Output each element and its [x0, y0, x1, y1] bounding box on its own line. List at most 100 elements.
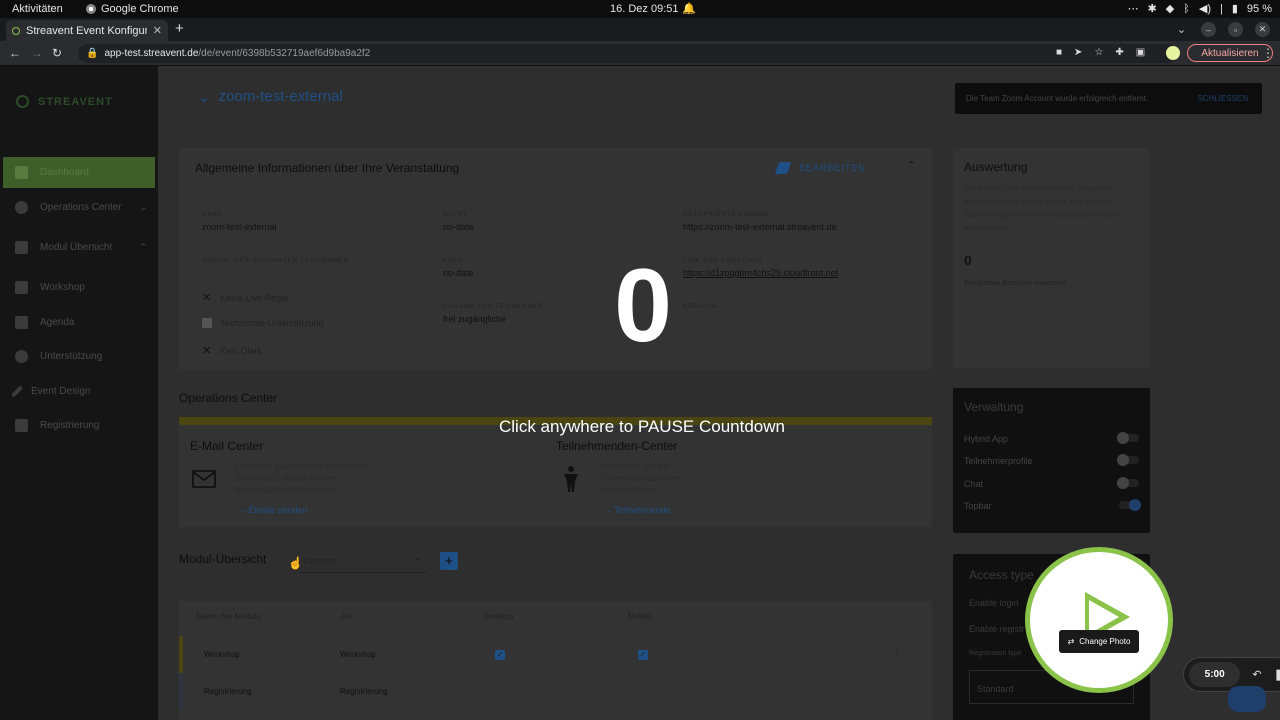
module-name: Registrierung	[204, 687, 252, 696]
new-tab-icon[interactable]: +	[175, 20, 184, 37]
column-header: Art	[341, 612, 352, 621]
row-accent	[179, 673, 183, 710]
chat-fab-button[interactable]	[1228, 686, 1266, 712]
profiles-toggle[interactable]	[1117, 454, 1139, 466]
update-button[interactable]: Aktualisieren	[1187, 44, 1273, 62]
restore-icon[interactable]: ▫	[1228, 22, 1243, 37]
snackbar: Die Team Zoom Account wurde erfolgreich …	[955, 83, 1262, 114]
forward-icon[interactable]: →	[31, 46, 43, 60]
change-photo-button[interactable]: ⇄ Change Photo	[1059, 630, 1139, 653]
extensions-icon[interactable]: ✚	[1115, 47, 1123, 58]
snackbar-close-button[interactable]: SCHLIESSEN	[1197, 94, 1248, 103]
logo[interactable]: STREAVENT	[16, 95, 113, 108]
app-menu[interactable]: Google Chrome	[86, 3, 179, 15]
browser-menu-icon[interactable]: ⋮	[1262, 46, 1274, 60]
undo-icon[interactable]: ↶	[1252, 668, 1261, 681]
swap-icon: ⇄	[1067, 637, 1075, 646]
sidebar-item-dashboard[interactable]: Dashboard	[3, 157, 155, 188]
clock[interactable]: 16. Dez 09:51	[610, 3, 679, 15]
edit-label: BEARBEITEN	[799, 163, 867, 173]
activities-button[interactable]: Aktivitäten	[12, 3, 63, 15]
info-card-heading: Allgemeine Informationen über Ihre Veran…	[195, 161, 460, 175]
start-value: no-date	[443, 222, 474, 232]
row-menu-icon[interactable]: ⋮	[892, 646, 903, 659]
lock-icon: 🔒	[86, 48, 99, 59]
browser-tab[interactable]: Streavent Event Konfigura ✕	[6, 20, 168, 41]
topbar-toggle[interactable]	[1119, 499, 1141, 511]
admin-title: Verwaltung	[964, 400, 1024, 414]
column-header: Mobile	[628, 612, 652, 621]
admin-card: Verwaltung Hybrid App Teilnehmerprofile …	[953, 388, 1150, 533]
participants-link[interactable]: → Teilnehmende	[603, 505, 670, 515]
system-tray[interactable]: ⋯ ✱ ◆ ᛒ ◀) | ▮ 95 %	[1128, 2, 1272, 16]
access-type-title: Access type	[969, 568, 1034, 582]
toggle-row-topbar: Topbar	[964, 499, 1141, 511]
app-name: Google Chrome	[101, 3, 179, 15]
wifi-icon: ◆	[1165, 3, 1175, 15]
brush-icon	[10, 385, 24, 398]
toggle-row-profiles: Teilnehmerprofile	[964, 454, 1139, 466]
profile-avatar[interactable]	[1166, 46, 1180, 60]
bluetooth-icon: ᛒ	[1183, 2, 1190, 15]
reload-icon[interactable]: ↻	[52, 46, 62, 60]
shield-icon: ✱	[1147, 3, 1157, 15]
module-type-select[interactable]: Keynote ▼	[299, 549, 427, 573]
chevron-down-icon: ⌄	[198, 89, 211, 106]
toggle-row-chat: Chat	[964, 477, 1139, 489]
window-controls: ⌄ – ▫ ✕	[1174, 22, 1270, 37]
tab-search-icon[interactable]: ⌄	[1174, 22, 1189, 37]
toggle-label: Topbar	[964, 501, 992, 511]
toolbar-icons: ■ ➤ ☆ ✚ ▣	[1056, 47, 1145, 58]
event-title[interactable]: ⌄ zoom-test-external	[198, 88, 343, 106]
volume-icon: ◀)	[1198, 3, 1211, 15]
countdown-number[interactable]: 0	[0, 247, 1280, 366]
sidebar-item-label: Operations Center	[40, 202, 122, 213]
chevron-up-icon[interactable]: ⌃	[907, 160, 915, 171]
main-content: ⌄ zoom-test-external Allgemeine Informat…	[158, 66, 948, 720]
close-tab-icon[interactable]: ✕	[153, 24, 162, 37]
module-table: Name des Moduls Art Desktop Mobile Works…	[179, 601, 932, 720]
minimize-icon[interactable]: –	[1201, 22, 1216, 37]
email-center-description: Erstellen, planen oder versenden Sie sof…	[235, 461, 368, 495]
bookmark-star-icon[interactable]: ☆	[1094, 47, 1103, 58]
add-module-button[interactable]: +	[440, 552, 458, 570]
chat-toggle[interactable]	[1117, 477, 1139, 489]
sidepanel-icon[interactable]: ▣	[1136, 47, 1145, 58]
logo-text: STREAVENT	[38, 95, 113, 108]
camera-bubble[interactable]: ⇄ Change Photo	[1025, 547, 1173, 693]
sidebar-item-operations-center[interactable]: Operations Center ⌄	[3, 192, 155, 223]
module-type: Registrierung	[340, 687, 388, 696]
enable-registration-label: Enable registr	[969, 624, 1025, 634]
pause-icon[interactable]: ❚❚	[1274, 668, 1280, 681]
name-value: zoom-test-external	[202, 222, 277, 232]
column-header: Name des Moduls	[196, 612, 261, 621]
sidebar: STREAVENT Dashboard Operations Center ⌄ …	[0, 66, 158, 720]
countdown-hint[interactable]: Click anywhere to PAUSE Countdown	[0, 417, 1280, 437]
dropdown-arrow-icon: ▼	[414, 557, 421, 564]
snackbar-message: Die Team Zoom Account wurde erfolgreich …	[966, 94, 1149, 103]
url-path: /de/event/6398b532719aef6d9ba9a2f2	[198, 48, 371, 59]
mobile-checkbox[interactable]: ✓	[638, 650, 648, 660]
url-field[interactable]: 🔒 app-test.streavent.de/de/event/6398b53…	[78, 44, 1178, 63]
favicon-icon	[12, 26, 20, 35]
battery-percent: 95 %	[1246, 2, 1272, 15]
hand-cursor-icon: ☝	[288, 556, 303, 570]
browser-tab-bar: Streavent Event Konfigura ✕ + ⌄ – ▫ ✕	[0, 18, 1280, 41]
home-icon	[15, 166, 28, 179]
back-icon[interactable]: ←	[9, 46, 21, 60]
share-icon[interactable]: ➤	[1074, 47, 1082, 58]
registration-type-label: Registration type	[969, 650, 1022, 657]
module-type: Workshop	[340, 650, 376, 659]
chevron-down-icon: ⌄	[139, 202, 147, 212]
evaluation-text: Wir haben Ihre Veranstaltung analysiert.…	[964, 183, 1119, 232]
domain-value: https://zoom-test-external.streavent.de	[683, 222, 837, 232]
camera-icon[interactable]: ■	[1056, 47, 1062, 58]
module-type-value: Keynote	[303, 556, 337, 566]
sidebar-item-label: Dashboard	[40, 167, 89, 178]
close-window-icon[interactable]: ✕	[1255, 22, 1270, 37]
send-emails-link[interactable]: → Emails senden	[237, 505, 308, 515]
menu-dots-icon[interactable]: ⋯	[1128, 2, 1139, 15]
sidebar-item-event-design[interactable]: Event Design	[3, 376, 155, 407]
desktop-checkbox[interactable]: ✓	[495, 650, 505, 660]
edit-button[interactable]: BEARBEITEN	[774, 162, 867, 174]
